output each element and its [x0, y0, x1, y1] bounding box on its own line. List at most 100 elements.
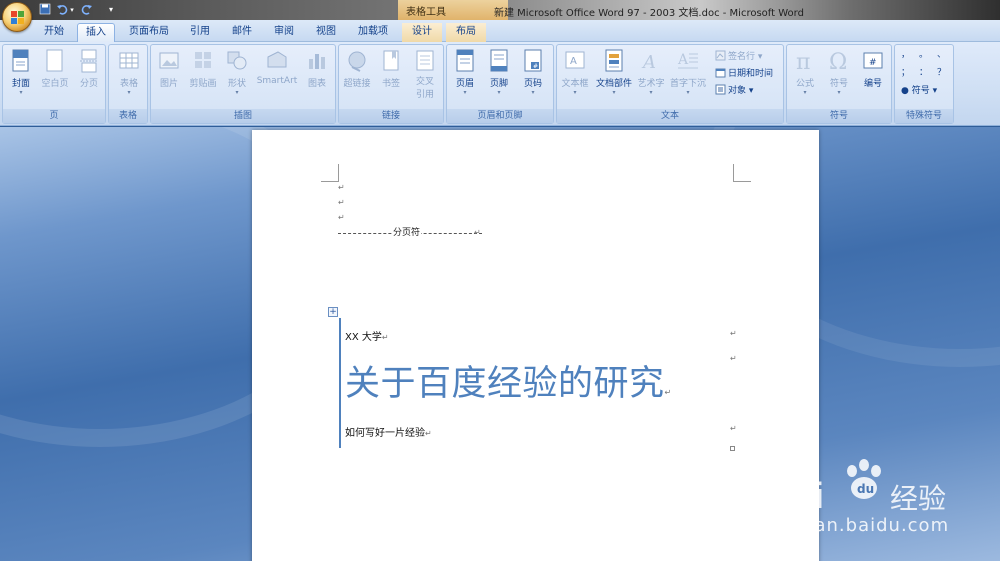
tab-view[interactable]: 视图: [308, 23, 344, 42]
mark-comma[interactable]: ，: [901, 47, 910, 63]
svg-text:#: #: [533, 63, 538, 70]
redo-icon[interactable]: [80, 3, 94, 17]
page-number-button[interactable]: # 页码 ▾: [517, 47, 549, 107]
tab-layout[interactable]: 布局: [446, 23, 486, 42]
tab-mailings[interactable]: 邮件: [224, 23, 260, 42]
clipart-button[interactable]: 剪贴画: [187, 47, 219, 107]
save-icon[interactable]: [38, 3, 52, 17]
undo-icon[interactable]: [55, 3, 69, 17]
tab-insert[interactable]: 插入: [77, 23, 115, 42]
tab-page-layout[interactable]: 页面布局: [122, 23, 176, 42]
mark-colon[interactable]: ：: [919, 65, 928, 81]
table-move-handle[interactable]: +: [328, 307, 338, 317]
tab-addins[interactable]: 加载项: [350, 23, 396, 42]
mark-enumeration-comma[interactable]: 、: [937, 47, 946, 63]
table-label: 表格: [119, 79, 138, 89]
university-text: XX 大学: [345, 332, 382, 343]
symbol-label: 符号: [829, 79, 848, 89]
tab-review[interactable]: 审阅: [266, 23, 302, 42]
mark-question[interactable]: ？: [937, 65, 946, 81]
group-links-label: 链接: [339, 109, 443, 123]
signature-line-button[interactable]: 签名行 ▾: [715, 49, 762, 65]
textbox-button[interactable]: A 文本框 ▾: [559, 47, 591, 107]
wordart-icon: A: [640, 49, 662, 73]
clipart-label: 剪贴画: [189, 79, 217, 89]
customize-toolbar-icon[interactable]: ▾: [104, 3, 118, 17]
header-icon: [454, 49, 476, 73]
numbering-button[interactable]: # 编号: [857, 47, 889, 107]
footer-button[interactable]: 页脚 ▾: [483, 47, 515, 107]
university-name[interactable]: XX 大学↵: [345, 328, 389, 343]
page-break-icon: [78, 49, 100, 73]
textbox-label: 文本框: [561, 79, 589, 89]
chevron-down-icon: ▾: [531, 89, 535, 96]
footer-icon: [488, 49, 510, 73]
hyperlink-button[interactable]: 超链接: [341, 47, 373, 107]
cell-mark: ↵: [730, 354, 737, 363]
margin-corner-top-right: [733, 164, 751, 182]
signature-line-label: 签名行: [728, 52, 756, 62]
svg-text:Ω: Ω: [829, 50, 847, 73]
group-illustrations: 图片 剪贴画 形状 ▾ SmartArt 图表 插图: [150, 44, 336, 124]
document-title[interactable]: 关于百度经验的研究↵: [345, 355, 672, 406]
cross-reference-button[interactable]: 交叉 引用: [409, 47, 441, 107]
quick-parts-button[interactable]: 文档部件 ▾: [595, 47, 633, 107]
undo-dropdown-icon[interactable]: ▾: [68, 3, 76, 17]
chevron-down-icon: ▾: [612, 89, 616, 96]
chevron-down-icon: ▾: [932, 86, 938, 96]
blank-page-button[interactable]: 空白页: [39, 47, 71, 107]
wordart-button[interactable]: A 艺术字 ▾: [635, 47, 667, 107]
picture-label: 图片: [159, 79, 178, 89]
cross-reference-icon: [414, 49, 436, 73]
document-page[interactable]: ↵ ↵ ↵ 分页符 ↵ + XX 大学↵ ↵ ↵ 关于百度经验的研究↵ 如何写好…: [252, 130, 819, 561]
chevron-down-icon: ▾: [463, 89, 467, 96]
cover-page-icon: [10, 49, 32, 73]
tab-design[interactable]: 设计: [402, 23, 442, 42]
document-subtitle[interactable]: 如何写好一片经验↵: [345, 424, 432, 439]
tab-references[interactable]: 引用: [182, 23, 218, 42]
bookmark-button[interactable]: 书签: [375, 47, 407, 107]
group-special-symbols: ， 。 、 ； ： ？ ● 符号 ▾ 特殊符号: [894, 44, 954, 124]
equation-label: 公式: [795, 79, 814, 89]
picture-button[interactable]: 图片: [153, 47, 185, 107]
equation-button[interactable]: π 公式 ▾: [789, 47, 821, 107]
pi-icon: π: [794, 49, 816, 75]
ribbon: 封面 ▾ 空白页 分页 页 表格 ▾ 表格 图片 剪贴画 形状 ▾ SmartA…: [0, 42, 1000, 126]
group-pages-label: 页: [3, 109, 105, 123]
cross-reference-label-1: 交叉: [415, 77, 434, 87]
tab-home[interactable]: 开始: [34, 23, 74, 42]
special-symbol-button[interactable]: ● 符号 ▾: [901, 83, 937, 99]
office-button[interactable]: [2, 2, 32, 32]
blank-page-icon: [44, 49, 66, 73]
paragraph-mark: ↵: [338, 213, 345, 222]
mark-semicolon[interactable]: ；: [901, 65, 910, 81]
smartart-label: SmartArt: [256, 76, 298, 86]
svg-text:du: du: [857, 482, 874, 496]
group-symbols-label: 符号: [787, 109, 891, 123]
symbol-button[interactable]: Ω 符号 ▾: [823, 47, 855, 107]
chevron-down-icon: ▾: [235, 89, 239, 96]
cover-page-button[interactable]: 封面 ▾: [5, 47, 37, 107]
page-break-button[interactable]: 分页: [73, 47, 105, 107]
margin-corner-top-left: [321, 164, 339, 182]
chart-button[interactable]: 图表: [301, 47, 333, 107]
mark-period[interactable]: 。: [919, 47, 928, 63]
table-icon: [118, 49, 140, 73]
ribbon-tab-row: 开始 插入 页面布局 引用 邮件 审阅 视图 加载项 设计 布局: [0, 20, 1000, 42]
numbering-label: 编号: [863, 79, 882, 89]
svg-text:π: π: [796, 50, 810, 73]
header-button[interactable]: 页眉 ▾: [449, 47, 481, 107]
chevron-down-icon: ▾: [837, 89, 841, 96]
group-text: A 文本框 ▾ 文档部件 ▾ A 艺术字 ▾ A 首字下沉 ▾ 签名行 ▾ 日期…: [556, 44, 784, 124]
page-break-label: 分页: [79, 79, 98, 89]
smartart-button[interactable]: SmartArt: [255, 47, 299, 107]
chevron-down-icon: ▾: [757, 52, 763, 62]
header-label: 页眉: [455, 79, 474, 89]
document-workspace[interactable]: ↵ ↵ ↵ 分页符 ↵ + XX 大学↵ ↵ ↵ 关于百度经验的研究↵ 如何写好…: [0, 127, 1000, 561]
drop-cap-button[interactable]: A 首字下沉 ▾: [669, 47, 707, 107]
table-tools-label: 表格工具: [406, 7, 446, 18]
object-button[interactable]: 对象 ▾: [715, 83, 753, 99]
shapes-button[interactable]: 形状 ▾: [221, 47, 253, 107]
date-time-button[interactable]: 日期和时间: [715, 66, 773, 82]
table-button[interactable]: 表格 ▾: [113, 47, 145, 107]
